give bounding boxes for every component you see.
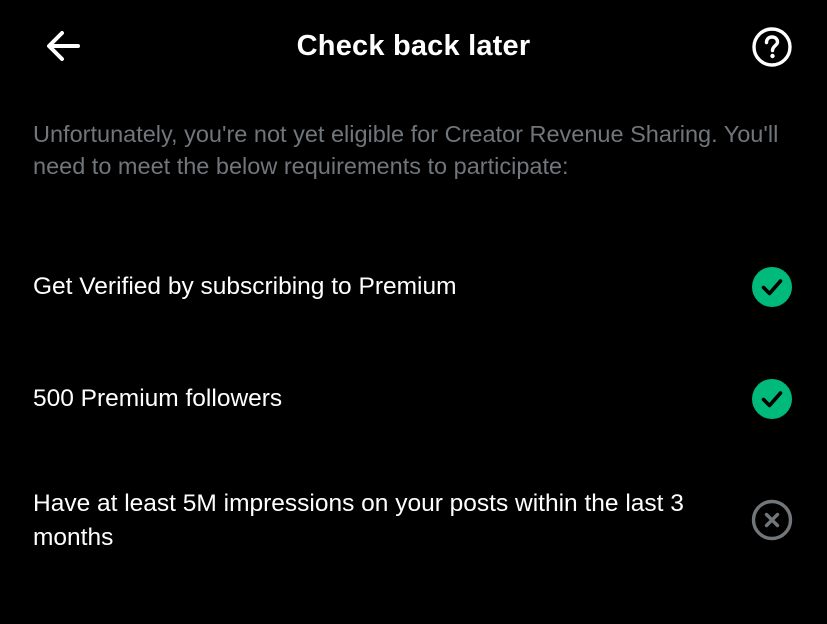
- check-circle-icon: [752, 267, 792, 307]
- check-circle-icon: [752, 379, 792, 419]
- header-bar: Check back later: [0, 0, 827, 92]
- requirement-label: Get Verified by subscribing to Premium: [33, 273, 457, 300]
- x-circle-icon: [751, 499, 793, 541]
- help-button[interactable]: [750, 25, 794, 69]
- eligibility-message: Unfortunately, you're not yet eligible f…: [33, 121, 779, 179]
- page-title: Check back later: [296, 30, 531, 62]
- requirement-label: Have at least 5M impressions on your pos…: [33, 490, 684, 551]
- requirement-label: 500 Premium followers: [33, 385, 283, 412]
- help-question-icon: [752, 27, 792, 67]
